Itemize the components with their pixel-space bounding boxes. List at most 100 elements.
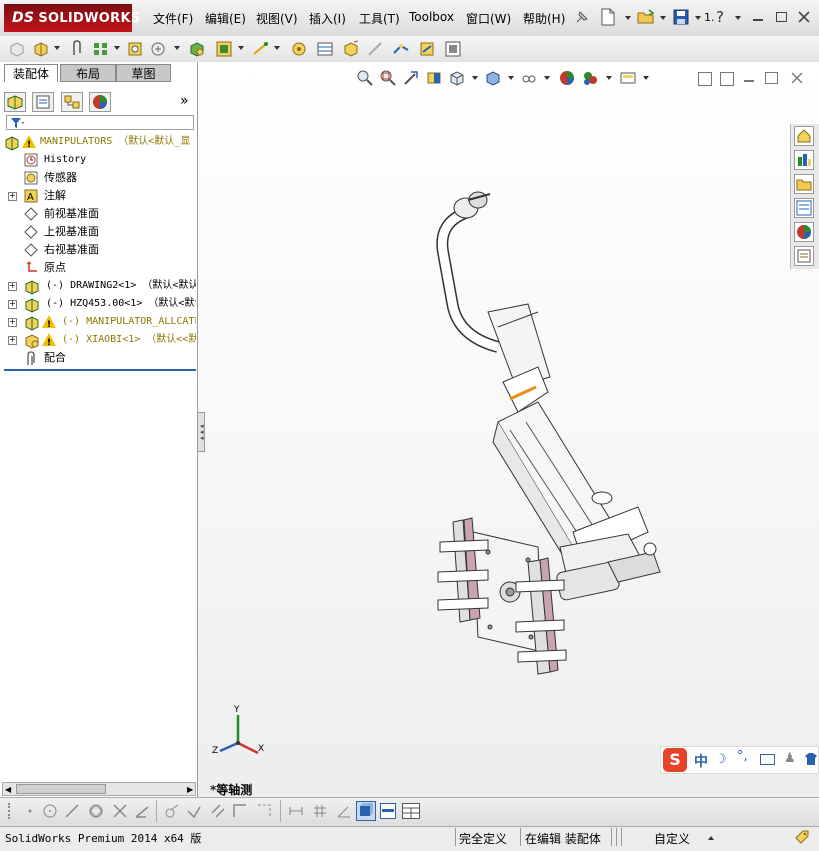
linear-sketch-pattern-icon[interactable]: [210, 803, 226, 819]
grid-icon[interactable]: [312, 803, 328, 819]
chevron-down-icon[interactable]: [660, 16, 666, 20]
help-icon[interactable]: ?: [716, 8, 724, 26]
insert-component-icon[interactable]: [32, 40, 50, 58]
reference-geometry-icon[interactable]: [252, 40, 270, 58]
menu-insert[interactable]: 插入(I): [309, 10, 346, 27]
configuration-manager-icon[interactable]: [61, 92, 83, 112]
trim-entities-icon[interactable]: [112, 803, 128, 819]
mate-paperclip-icon[interactable]: [68, 40, 86, 58]
mirror-entities-icon[interactable]: [186, 803, 202, 819]
filter-icon[interactable]: [10, 117, 24, 129]
tree-item-top-plane[interactable]: 上视基准面: [0, 223, 196, 241]
tree-item-drawing2[interactable]: + (-) DRAWING2<1> （默认<默认: [0, 277, 196, 295]
expand-icon[interactable]: +: [8, 336, 17, 345]
tab-sketch[interactable]: 草图: [116, 64, 171, 82]
menu-help[interactable]: 帮助(H): [523, 10, 565, 27]
bill-of-materials-icon[interactable]: [316, 40, 334, 58]
design-library-icon[interactable]: [794, 150, 814, 170]
linear-pattern-icon[interactable]: [92, 40, 110, 58]
tree-item-manipulator-allcate[interactable]: + (-) MANIPULATOR_ALLCATE: [0, 313, 196, 331]
angle-icon[interactable]: [336, 803, 352, 819]
menu-view[interactable]: 视图(V): [256, 10, 298, 27]
expand-icon[interactable]: +: [8, 282, 17, 291]
shirt-skin-icon[interactable]: [804, 752, 818, 766]
minimize-icon[interactable]: [749, 8, 767, 26]
chevron-down-icon[interactable]: [625, 16, 631, 20]
tree-item-annotations[interactable]: + A 注解: [0, 187, 196, 205]
sogou-logo-icon[interactable]: S: [663, 748, 687, 772]
centerline-icon[interactable]: [256, 803, 272, 819]
rollback-bar[interactable]: [4, 369, 196, 371]
tree-filter-input[interactable]: [6, 115, 194, 130]
exploded-view-icon[interactable]: [342, 40, 360, 58]
expand-icon[interactable]: +: [8, 192, 17, 201]
tree-root-assembly[interactable]: MANIPULATORS （默认<默认_显: [0, 133, 196, 154]
smart-dimension-icon[interactable]: [288, 803, 304, 819]
chevron-down-icon[interactable]: [54, 46, 60, 50]
display-manager-icon[interactable]: [89, 92, 111, 112]
units-menu-icon[interactable]: [708, 836, 714, 840]
feature-manager-tree-icon[interactable]: [4, 92, 26, 112]
more-tabs-icon[interactable]: »: [180, 93, 189, 109]
tree-item-history[interactable]: History: [0, 151, 196, 169]
open-folder-icon[interactable]: [637, 9, 655, 25]
move-component-icon[interactable]: [149, 40, 167, 58]
save-icon[interactable]: [673, 9, 689, 25]
close-icon[interactable]: [795, 8, 813, 26]
rebuild-tag-icon[interactable]: [794, 829, 810, 845]
chevron-down-icon[interactable]: [735, 16, 741, 20]
restore-icon[interactable]: [772, 8, 790, 26]
tree-item-hzq453[interactable]: + (-) HZQ453.00<1> （默认<默认: [0, 295, 196, 313]
file-explorer-icon[interactable]: [794, 174, 814, 194]
convert-entities-icon[interactable]: [134, 803, 150, 819]
new-motion-study-icon[interactable]: [290, 40, 308, 58]
custom-properties-icon[interactable]: [794, 246, 814, 266]
tree-item-sensors[interactable]: 传感器: [0, 169, 196, 187]
menu-file[interactable]: 文件(F): [153, 10, 193, 27]
chevron-down-icon[interactable]: [174, 46, 180, 50]
scroll-right-icon[interactable]: ▶: [187, 785, 193, 794]
solidworks-logo[interactable]: DS SOLIDWORKS: [4, 4, 140, 32]
tree-item-mates[interactable]: 配合: [0, 349, 196, 367]
polygon-icon[interactable]: [88, 803, 104, 819]
tab-assembly[interactable]: 装配体: [4, 64, 58, 82]
property-manager-icon[interactable]: [32, 92, 54, 112]
punctuation-icon[interactable]: °,: [737, 749, 748, 764]
chevron-down-icon[interactable]: [238, 46, 244, 50]
menu-tools[interactable]: 工具(T): [359, 10, 400, 27]
chevron-down-icon[interactable]: [114, 46, 120, 50]
offset-entities-icon[interactable]: [164, 803, 180, 819]
snapshot-icon[interactable]: [444, 40, 462, 58]
menu-edit[interactable]: 编辑(E): [205, 10, 246, 27]
tree-item-front-plane[interactable]: 前视基准面: [0, 205, 196, 223]
circle-icon[interactable]: [42, 803, 58, 819]
menu-toolbox[interactable]: Toolbox: [409, 10, 454, 24]
corner-rectangle-icon[interactable]: [232, 803, 248, 819]
tab-layout[interactable]: 布局: [60, 64, 116, 82]
status-units[interactable]: 自定义: [654, 830, 690, 847]
model-3d-manipulator[interactable]: [198, 62, 819, 797]
scrollbar-thumb[interactable]: [16, 784, 106, 794]
chevron-down-icon[interactable]: [274, 46, 280, 50]
tree-item-origin[interactable]: 原点: [0, 259, 196, 277]
tree-item-xiaobi[interactable]: + (-) XIAOBI<1> （默认<<默: [0, 331, 196, 349]
scroll-left-icon[interactable]: ◀: [5, 785, 11, 794]
shaded-display-icon[interactable]: [356, 801, 376, 821]
show-hidden-components-icon[interactable]: [188, 40, 206, 58]
view-palette-icon[interactable]: [794, 198, 814, 218]
instant3d-icon[interactable]: [392, 40, 410, 58]
user-icon[interactable]: ♟: [784, 751, 796, 766]
explode-line-sketch-icon[interactable]: [366, 40, 384, 58]
assembly-features-icon[interactable]: [215, 40, 233, 58]
expand-icon[interactable]: +: [8, 300, 17, 309]
speedpak-icon[interactable]: [418, 40, 436, 58]
appearances-scenes-icon[interactable]: [794, 222, 814, 242]
keyboard-icon[interactable]: [760, 754, 775, 765]
box-part-icon[interactable]: [8, 40, 26, 58]
pin-icon[interactable]: [574, 9, 590, 25]
tree-item-right-plane[interactable]: 右视基准面: [0, 241, 196, 259]
menu-window[interactable]: 窗口(W): [466, 10, 511, 27]
ime-mode-toggle[interactable]: 中: [694, 751, 708, 771]
chevron-down-icon[interactable]: [695, 16, 701, 20]
moon-icon[interactable]: ☽: [715, 752, 727, 767]
